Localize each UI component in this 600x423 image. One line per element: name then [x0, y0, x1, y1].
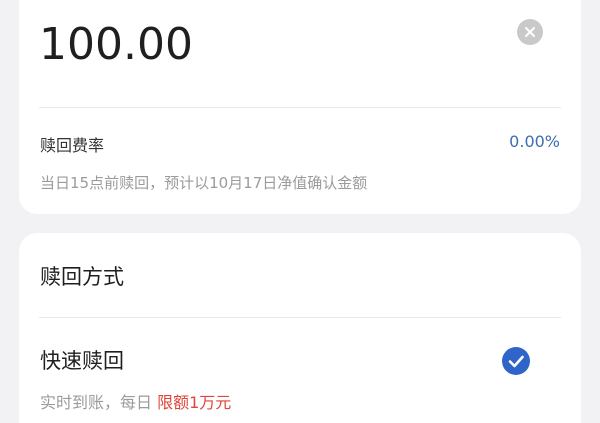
fast-redeem-desc-prefix: 实时到账，每日: [40, 393, 153, 412]
fee-label: 赎回费率: [40, 136, 105, 155]
amount-row: [39, 0, 561, 88]
clear-button[interactable]: [517, 19, 543, 45]
amount-input[interactable]: [39, 0, 459, 88]
redeem-amount-card: 赎回费率 0.00% 当日15点前赎回，预计以10月17日净值确认金额: [19, 0, 581, 214]
fee-rate-value: 0.00%: [509, 132, 560, 151]
clear-icon: [525, 27, 535, 37]
fast-redeem-desc: 实时到账，每日 限额1万元: [40, 389, 231, 413]
fee-note: 当日15点前赎回，预计以10月17日净值确认金额: [40, 174, 368, 192]
redeem-method-card: 赎回方式 快速赎回 实时到账，每日 限额1万元: [19, 233, 581, 423]
method-divider: [39, 317, 561, 318]
fast-redeem-option[interactable]: 快速赎回 实时到账，每日 限额1万元: [19, 319, 581, 423]
amount-divider: [39, 107, 561, 108]
method-section-title: 赎回方式: [40, 265, 124, 289]
fast-redeem-title: 快速赎回: [40, 349, 124, 373]
fast-redeem-limit: 限额1万元: [157, 393, 232, 412]
check-circle-icon: [502, 347, 530, 375]
